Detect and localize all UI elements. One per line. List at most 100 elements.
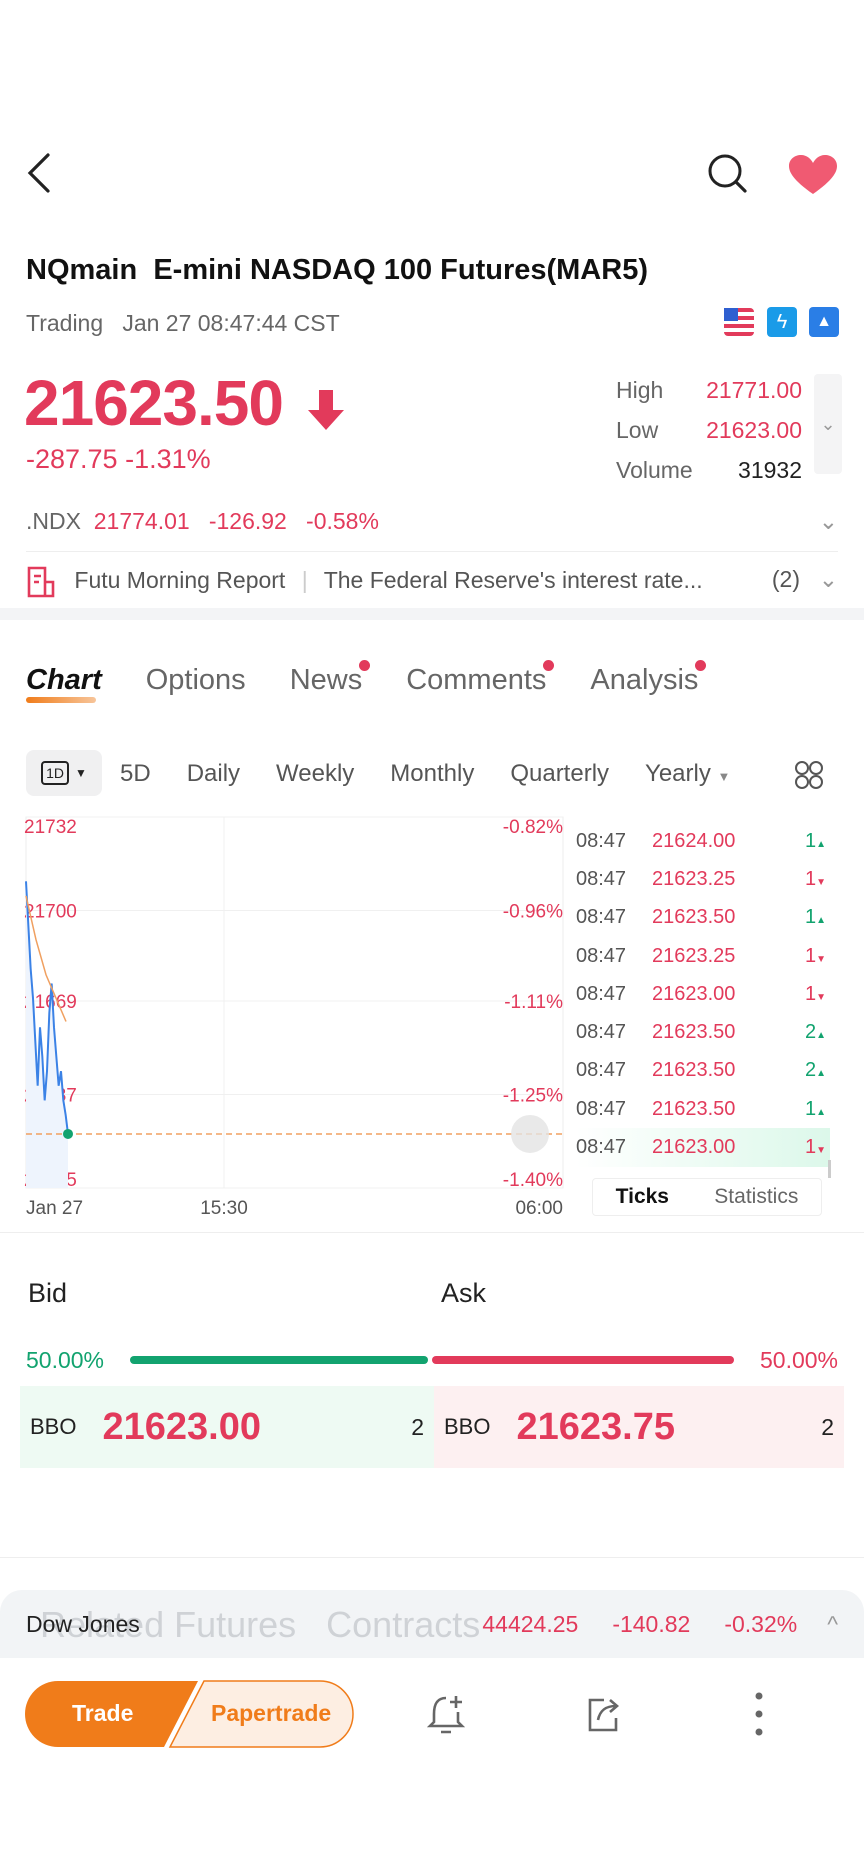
tick-time: 08:47: [576, 1021, 627, 1044]
news-source: Futu Morning Report: [74, 567, 286, 594]
news-ticker[interactable]: Futu Morning Report | The Federal Reserv…: [26, 566, 838, 598]
tab-ticks[interactable]: Ticks: [616, 1185, 669, 1209]
tick-price: 21623.25: [652, 867, 736, 890]
period-monthly[interactable]: Monthly: [390, 760, 474, 788]
bid-label: Bid: [28, 1278, 68, 1308]
period-weekly[interactable]: Weekly: [276, 760, 354, 788]
trade-label[interactable]: Trade: [72, 1700, 133, 1727]
tab-news[interactable]: News: [290, 660, 371, 697]
chevron-up-icon: ^: [827, 1610, 838, 1637]
tick-price: 21623.00: [652, 1136, 736, 1159]
x-tick-label: Jan 27: [26, 1198, 83, 1219]
symbol-code: NQmain: [26, 254, 138, 286]
x-tick-label: 15:30: [200, 1198, 248, 1219]
index-symbol: .NDX: [26, 508, 81, 534]
news-count: (2): [771, 566, 800, 592]
divider: [0, 1557, 864, 1558]
divider: [26, 551, 838, 552]
period-1d-selector[interactable]: 1D ▼: [26, 750, 102, 796]
papertrade-label[interactable]: Papertrade: [211, 1700, 331, 1727]
period-yearly[interactable]: Yearly ▼: [645, 760, 730, 788]
more-options-icon[interactable]: [752, 1690, 766, 1740]
price-change: -287.75: [26, 444, 118, 474]
grid-layout-icon[interactable]: [794, 760, 824, 790]
price-change-pct: -1.31%: [125, 444, 211, 474]
tick-time: 08:47: [576, 829, 627, 852]
tick-time: 08:47: [576, 906, 627, 929]
index-change: -126.92: [208, 508, 287, 534]
tick-time: 08:47: [576, 1097, 627, 1120]
tick-row: 08:47 21624.00 1▲: [576, 822, 830, 860]
tick-time: 08:47: [576, 1136, 627, 1159]
add-alert-icon[interactable]: [426, 1692, 468, 1736]
tab-contracts[interactable]: Contracts: [326, 1604, 480, 1645]
bid-size: 2: [411, 1413, 424, 1440]
y-pct-tick-label: -1.40%: [503, 1170, 563, 1191]
scroll-to-latest-button[interactable]: [511, 1114, 549, 1153]
tab-bar: Chart Options News Comments Analysis: [26, 660, 707, 703]
tick-volume: 2: [804, 1059, 817, 1082]
ask-label: Ask: [441, 1278, 487, 1308]
index-price: 21774.01: [93, 508, 190, 534]
low-label: Low: [616, 417, 659, 443]
related-change: -140.82: [612, 1610, 691, 1637]
up-triangle-icon: ▲: [816, 1068, 826, 1080]
y-pct-tick-label: -1.25%: [503, 1086, 563, 1107]
tick-price: 21624.00: [652, 829, 736, 852]
up-triangle-icon: ▲: [816, 838, 826, 850]
period-quarterly[interactable]: Quarterly: [510, 760, 609, 788]
tick-row: 08:47 21623.25 1▼: [576, 937, 830, 975]
divider: [0, 1232, 864, 1233]
tab-comments[interactable]: Comments: [406, 660, 555, 697]
y-pct-tick-label: -1.11%: [504, 992, 563, 1013]
up-triangle-icon: ▲: [816, 915, 826, 927]
tick-price: 21623.00: [652, 982, 736, 1005]
bid-ratio-bar: [130, 1356, 428, 1364]
down-triangle-icon: ▼: [816, 876, 826, 888]
ask-bbo-row[interactable]: BBO 21623.75 2: [434, 1386, 844, 1468]
last-price: 21623.50: [24, 367, 284, 439]
favorite-heart-icon[interactable]: [788, 154, 838, 196]
ticks-scrollbar[interactable]: [828, 1160, 831, 1178]
up-triangle-icon: ▲: [816, 1106, 826, 1118]
ticks-list[interactable]: 08:47 21624.00 1▲ 08:47 21623.25 1▼ 08:47 21623…: [576, 822, 830, 1167]
back-icon[interactable]: [24, 152, 54, 194]
index-row[interactable]: .NDX 21774.01 -126.92 -0.58% ⌄: [26, 508, 838, 535]
tab-statistics[interactable]: Statistics: [714, 1185, 798, 1209]
period-daily[interactable]: Daily: [187, 760, 240, 788]
tab-chart[interactable]: Chart: [26, 664, 102, 703]
chevron-down-icon: ⌄: [818, 566, 838, 592]
down-triangle-icon: ▼: [816, 953, 826, 965]
ticks-tab-bar: Ticks Statistics: [592, 1178, 822, 1216]
tick-row: 08:47 21623.00 1▼: [576, 975, 830, 1013]
search-icon[interactable]: [706, 152, 748, 194]
expand-stats-button[interactable]: ⌄: [814, 374, 842, 474]
tick-volume: 1: [804, 1097, 817, 1120]
ask-ratio-bar: [432, 1356, 734, 1364]
tick-volume: 2: [804, 1021, 817, 1044]
y-pct-tick-label: -0.96%: [503, 901, 563, 922]
y-pct-tick-label: -0.82%: [503, 817, 563, 838]
share-icon[interactable]: [584, 1694, 624, 1734]
index-change-pct: -0.58%: [306, 508, 379, 534]
volume-value: 31932: [738, 457, 802, 483]
bid-price: 21623.00: [102, 1405, 261, 1448]
ask-size: 2: [821, 1413, 834, 1440]
bid-bbo-row[interactable]: BBO 21623.00 2: [20, 1386, 434, 1468]
notification-dot: [695, 660, 707, 671]
symbol-name: E-mini NASDAQ 100 Futures(MAR5): [153, 254, 648, 286]
period-5d[interactable]: 5D: [120, 760, 151, 788]
tab-options[interactable]: Options: [146, 664, 246, 697]
tick-price: 21623.50: [652, 906, 736, 929]
intraday-chart[interactable]: 21732-0.82%21700-0.96%21669-1.11%21637-1…: [0, 800, 570, 1220]
tick-row: 08:47 21623.50 2▲: [576, 1013, 830, 1051]
tick-row: 08:47 21623.50 1▲: [576, 899, 830, 937]
us-flag-icon: [724, 308, 754, 336]
ask-percentage: 50.00%: [759, 1347, 838, 1373]
tick-volume: 1: [804, 829, 817, 852]
tick-time: 08:47: [576, 1059, 627, 1082]
news-headline: The Federal Reserve's interest rate...: [323, 567, 703, 594]
down-triangle-icon: ▼: [816, 991, 826, 1003]
tab-analysis[interactable]: Analysis: [590, 660, 707, 697]
bid-percentage: 50.00%: [26, 1347, 105, 1373]
